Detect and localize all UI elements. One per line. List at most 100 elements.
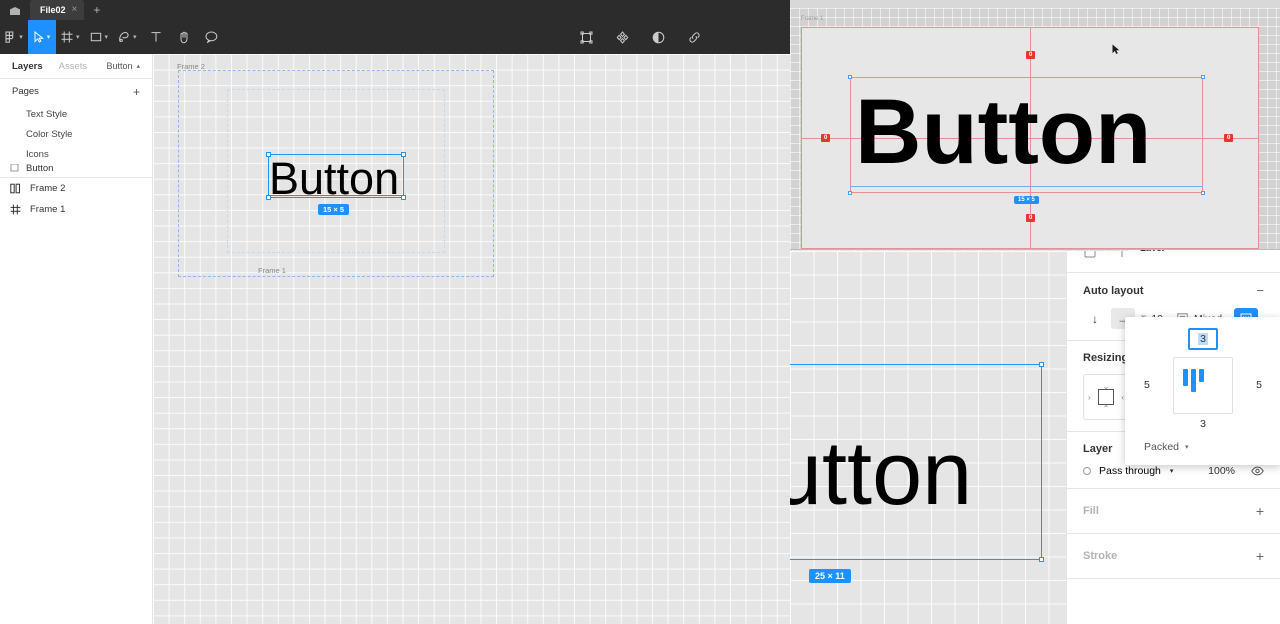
- resize-arrow-bottom-icon: ⌃: [1102, 404, 1110, 413]
- pages-header-label: Pages: [12, 86, 39, 97]
- shape-tool[interactable]: ▾: [85, 20, 114, 54]
- auto-layout-header: Auto layout −: [1083, 284, 1264, 297]
- lower-handle-br[interactable]: [1039, 557, 1044, 562]
- tab-assets[interactable]: Assets: [59, 61, 88, 72]
- lower-handle-tr[interactable]: [1039, 362, 1044, 367]
- zoomed-canvas-surface: Frame 1 Button 0 0 0 0 15 × 5: [790, 8, 1280, 249]
- chevron-down-icon: ▾: [46, 34, 51, 41]
- menu-tool[interactable]: ▾: [0, 20, 28, 54]
- tool-group: ▾ ▾ ▾ ▾ ▾: [0, 20, 226, 54]
- layer-label: Frame 1: [30, 204, 66, 215]
- partial-control-2-icon: [1115, 251, 1129, 259]
- page-item-text-style[interactable]: Text Style: [0, 104, 152, 124]
- lower-blend-mode-value[interactable]: Pass through: [1099, 465, 1161, 477]
- panel-top-stub: [1067, 251, 1280, 273]
- overlay-text-baseline: [850, 186, 1203, 187]
- page-selector-label: Button: [106, 61, 133, 71]
- padding-right-input[interactable]: 5: [1256, 379, 1262, 391]
- minus-icon[interactable]: −: [1256, 284, 1264, 297]
- overlay-handle-tl[interactable]: [848, 75, 852, 79]
- plus-icon[interactable]: +: [1256, 549, 1264, 563]
- chevron-down-icon: ▾: [133, 34, 137, 41]
- cursor-arrow-icon: [1112, 44, 1120, 55]
- page-item-label: Button: [26, 164, 54, 174]
- layer-item-frame-1[interactable]: Frame 1: [0, 199, 152, 220]
- chevron-up-icon: ▴: [136, 63, 140, 70]
- selection-handle-tl[interactable]: [266, 152, 271, 157]
- overlay-handle-bl[interactable]: [848, 191, 852, 195]
- overlay-handle-br[interactable]: [1201, 191, 1205, 195]
- overlay-size-badge: 15 × 5: [1014, 196, 1039, 204]
- chevron-down-icon: ▾: [76, 34, 80, 41]
- tab-layers[interactable]: Layers: [12, 61, 43, 72]
- selection-handle-bl[interactable]: [266, 195, 271, 200]
- page-item-label: Text Style: [26, 108, 68, 120]
- pen-tool[interactable]: ▾: [113, 20, 142, 54]
- direction-vertical-button[interactable]: ↓: [1083, 308, 1107, 329]
- lower-stroke-section[interactable]: Stroke +: [1067, 534, 1280, 579]
- comment-tool[interactable]: [198, 20, 226, 54]
- layer-item-frame-2[interactable]: Frame 2: [0, 178, 152, 199]
- close-icon[interactable]: ×: [72, 5, 78, 15]
- mask-button[interactable]: [644, 20, 672, 54]
- partial-control-icon: [1083, 251, 1097, 259]
- page-item-color-style[interactable]: Color Style: [0, 124, 152, 144]
- spacing-badge-top: 0: [1026, 51, 1036, 59]
- auto-layout-title: Auto layout: [1083, 284, 1144, 297]
- lower-resize-diagram-box: [1098, 389, 1114, 405]
- chevron-down-icon: ▾: [104, 34, 109, 41]
- page-item-label: Color Style: [26, 128, 73, 140]
- page-item-icons[interactable]: Icons: [0, 144, 152, 164]
- page-item-label: Icons: [26, 148, 49, 160]
- lower-zoomed-canvas[interactable]: utton 25 × 11: [790, 251, 1066, 624]
- eye-icon[interactable]: [1251, 466, 1264, 476]
- move-tool[interactable]: ▾: [28, 20, 56, 54]
- padding-preview-box: [1173, 357, 1233, 414]
- overlay-canvas-text[interactable]: Button: [855, 86, 1151, 178]
- overlay-handle-tr[interactable]: [1201, 75, 1205, 79]
- plus-icon[interactable]: +: [1256, 504, 1264, 518]
- plus-icon[interactable]: +: [133, 86, 140, 98]
- plugins-button[interactable]: [608, 20, 636, 54]
- selection-box: [268, 154, 404, 198]
- padding-popover[interactable]: 3 5 5 3 Packed ▾: [1125, 317, 1280, 465]
- lower-stroke-title: Stroke: [1083, 550, 1118, 562]
- link-button[interactable]: [680, 20, 708, 54]
- padding-bars-icon: [1183, 369, 1204, 392]
- padding-bottom-input[interactable]: 3: [1200, 418, 1206, 430]
- component-icon: [10, 164, 19, 172]
- lower-fill-section[interactable]: Fill +: [1067, 489, 1280, 534]
- lower-opacity-value[interactable]: 100%: [1208, 465, 1235, 477]
- frame-1-label[interactable]: Frame 1: [258, 266, 286, 275]
- lower-resize-diagram[interactable]: › ‹ ⌄ ⌃: [1083, 374, 1129, 420]
- padding-left-input[interactable]: 5: [1144, 379, 1150, 391]
- lower-right-panel: Auto layout − ↓ → ]|[ 10 Mixed: [1066, 251, 1280, 624]
- file-tab[interactable]: File02 ×: [30, 0, 85, 20]
- text-tool[interactable]: [142, 20, 170, 54]
- chevron-down-icon: ▾: [1185, 444, 1189, 451]
- selection-handle-tr[interactable]: [401, 152, 406, 157]
- distribution-value: Packed: [1144, 441, 1180, 453]
- distribution-select[interactable]: Packed ▾: [1144, 441, 1189, 453]
- page-selector[interactable]: Button ▴: [106, 61, 140, 71]
- hand-tool[interactable]: [170, 20, 198, 54]
- chevron-down-icon: ▾: [19, 34, 23, 41]
- page-item-button[interactable]: Button: [0, 164, 152, 177]
- frame-tool[interactable]: ▾: [56, 20, 85, 54]
- selection-handle-br[interactable]: [401, 195, 406, 200]
- lower-size-badge: 25 × 11: [809, 569, 851, 583]
- home-button[interactable]: [0, 0, 30, 20]
- frame-columns-icon: [10, 183, 21, 194]
- new-tab-button[interactable]: +: [84, 0, 109, 20]
- lower-canvas-text[interactable]: utton: [790, 429, 972, 519]
- spacing-badge-right: 0: [1224, 134, 1234, 142]
- create-component-button[interactable]: [572, 20, 600, 54]
- left-sidebar: Layers Assets Button ▴ Pages + Text Styl…: [0, 54, 153, 624]
- overlay-frame-label[interactable]: Frame 1: [801, 16, 823, 22]
- resize-arrow-right-icon: ‹: [1121, 392, 1124, 402]
- file-tab-label: File02: [40, 5, 66, 15]
- zoomed-canvas-overlay[interactable]: Frame 1 Button 0 0 0 0 15 × 5: [790, 0, 1280, 250]
- chevron-down-icon: ▾: [1169, 468, 1174, 475]
- padding-top-input[interactable]: 3: [1188, 328, 1218, 350]
- frame-grid-icon: [10, 204, 21, 215]
